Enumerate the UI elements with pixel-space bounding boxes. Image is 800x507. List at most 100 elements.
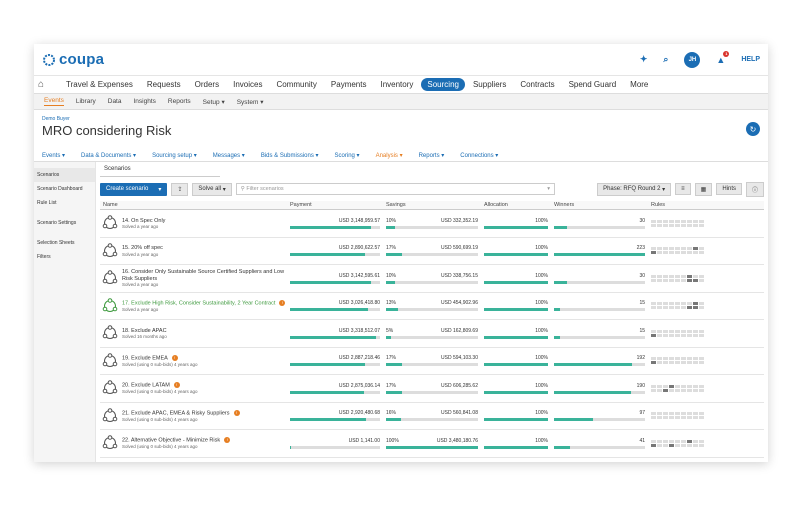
scenario-name[interactable]: 19. Exclude EMEA [122, 355, 168, 361]
rules-grid[interactable] [651, 329, 705, 337]
solve-all-button[interactable]: Solve all ▾ [192, 182, 232, 196]
tab-data-documents[interactable]: Data & Documents ▾ [81, 152, 136, 159]
hints-button[interactable]: Hints [716, 183, 742, 195]
scenario-name[interactable]: 16. Consider Only Sustainable Source Cer… [122, 269, 284, 282]
scenario-name[interactable]: 22. Alternative Objective - Minimize Ris… [122, 438, 220, 444]
warning-icon[interactable]: ! [171, 354, 178, 361]
sidebar-item-scenarios[interactable]: Scenarios [34, 168, 95, 182]
rules-grid[interactable] [651, 384, 705, 392]
nav-inventory[interactable]: Inventory [374, 78, 419, 91]
tab-sourcing-setup[interactable]: Sourcing setup ▾ [152, 152, 197, 159]
coupa-logo[interactable]: coupa [42, 51, 104, 68]
scenario-name[interactable]: 15. 20% off spec [122, 245, 163, 251]
table-row[interactable]: 21. Exclude APAC, EMEA & Risky Suppliers… [100, 403, 764, 430]
sidebar-item-scenario-settings[interactable]: Scenario Settings [34, 216, 95, 230]
table-row[interactable]: 14. On Spec Only Solved a year ago USD 3,1… [100, 210, 764, 238]
table-row[interactable]: 19. Exclude EMEA! Solved (using 0 sub-bid… [100, 348, 764, 375]
subnav-events[interactable]: Events [44, 97, 64, 106]
scenario-name[interactable]: 20. Exclude LATAM [122, 383, 170, 389]
tab-messages[interactable]: Messages ▾ [213, 152, 245, 159]
nav-community[interactable]: Community [270, 78, 322, 91]
rules-grid[interactable] [651, 219, 705, 227]
col-allocation[interactable]: Allocation [481, 202, 551, 208]
tab-scoring[interactable]: Scoring ▾ [335, 152, 360, 159]
filter-input[interactable]: ⚲ Filter scenarios ▾ [235, 183, 556, 195]
table-row[interactable]: 15. 20% off spec Solved a year ago USD 2,8… [100, 238, 764, 265]
sidebar-item-selection-sheets[interactable]: Selection Sheets [34, 236, 95, 250]
payment-value: USD 3,026,418.80 [338, 300, 380, 307]
tab-connections[interactable]: Connections ▾ [460, 152, 498, 159]
nav-more[interactable]: More [624, 78, 654, 91]
rule-cell [699, 247, 704, 251]
bell-icon[interactable]: ▲ 1 [716, 50, 730, 65]
rules-grid[interactable] [651, 302, 705, 310]
sidebar-item-filters[interactable]: Filters [34, 250, 95, 264]
scenarios-pane-tab[interactable]: Scenarios [100, 162, 220, 177]
nav-orders[interactable]: Orders [189, 78, 225, 91]
table-row[interactable]: 20. Exclude LATAM! Solved (using 0 sub-bi… [100, 375, 764, 403]
rules-grid[interactable] [651, 274, 705, 282]
nav-payments[interactable]: Payments [325, 78, 373, 91]
warning-icon[interactable]: ! [224, 437, 231, 444]
rule-cell [657, 247, 662, 251]
table-row[interactable]: 17. Exclude High Risk, Consider Sustaina… [100, 293, 764, 320]
warning-icon[interactable]: ! [233, 409, 240, 416]
tab-events[interactable]: Events ▾ [42, 152, 65, 159]
export-icon[interactable]: ⇪ [171, 182, 189, 196]
col-name[interactable]: Name [100, 202, 287, 208]
nav-invoices[interactable]: Invoices [227, 78, 268, 91]
col-payment[interactable]: Payment [287, 202, 383, 208]
warning-icon[interactable]: ! [279, 299, 286, 306]
warning-icon[interactable]: ! [173, 382, 180, 389]
scenario-name[interactable]: 14. On Spec Only [122, 218, 165, 224]
nav-requests[interactable]: Requests [141, 78, 187, 91]
col-winners[interactable]: Winners [551, 202, 648, 208]
table-row[interactable]: 23. Remove Medium to High Residual Risk!… [100, 458, 764, 463]
nav-spend-guard[interactable]: Spend Guard [563, 78, 623, 91]
subnav-library[interactable]: Library [76, 98, 96, 105]
scenario-name[interactable]: 21. Exclude APAC, EMEA & Risky Suppliers [122, 410, 230, 416]
tab-analysis[interactable]: Analysis ▾ [376, 152, 403, 159]
rule-cell [675, 388, 680, 392]
help-link[interactable]: HELP [741, 56, 760, 63]
phase-select[interactable]: Phase: RFQ Round 2 ▾ [597, 182, 672, 196]
rocket-icon[interactable]: ✦ [640, 54, 648, 65]
rules-grid[interactable] [651, 412, 705, 420]
sidebar-item-rule-list[interactable]: Rule List [34, 196, 95, 210]
list-view-icon[interactable]: ≡ [675, 183, 691, 195]
tab-bids-submissions[interactable]: Bids & Submissions ▾ [261, 152, 319, 159]
nav-contracts[interactable]: Contracts [514, 78, 560, 91]
subnav-data[interactable]: Data [108, 98, 122, 105]
create-scenario-button[interactable]: Create scenario ▾ [100, 182, 168, 196]
subnav-system[interactable]: System ▾ [237, 98, 264, 106]
breadcrumb[interactable]: Demo Buyer [42, 116, 760, 122]
subnav-insights[interactable]: Insights [133, 98, 155, 105]
nav-sourcing[interactable]: Sourcing [421, 78, 465, 91]
nav-suppliers[interactable]: Suppliers [467, 78, 512, 91]
payment-bar [290, 308, 380, 312]
table-row[interactable]: 22. Alternative Objective - Minimize Ris… [100, 430, 764, 458]
scenario-name[interactable]: 18. Exclude APAC [122, 328, 167, 334]
rules-grid[interactable] [651, 439, 705, 447]
sidebar-item-scenario-dashboard[interactable]: Scenario Dashboard [34, 182, 95, 196]
home-icon[interactable]: ⌂ [38, 79, 52, 90]
subnav-reports[interactable]: Reports [168, 98, 191, 105]
col-savings[interactable]: Savings [383, 202, 481, 208]
subnav-setup[interactable]: Setup ▾ [203, 98, 225, 106]
scenario-name[interactable]: 17. Exclude High Risk, Consider Sustaina… [122, 300, 275, 306]
search-icon[interactable]: ⌕ [663, 54, 668, 65]
refresh-icon[interactable]: ↻ [746, 122, 760, 136]
rule-cell [675, 439, 680, 443]
rules-grid[interactable] [651, 357, 705, 365]
nav-travel-expenses[interactable]: Travel & Expenses [60, 78, 139, 91]
table-row[interactable]: 16. Consider Only Sustainable Source Cer… [100, 265, 764, 293]
card-view-icon[interactable]: ▦ [694, 182, 713, 196]
savings-value: USD 332,352.19 [441, 217, 478, 224]
rules-grid[interactable] [651, 247, 705, 255]
scenario-icon [102, 407, 118, 422]
info-icon[interactable]: ⓘ [745, 181, 764, 197]
table-row[interactable]: 18. Exclude APAC Solved 16 months ago USD … [100, 320, 764, 348]
col-rules[interactable]: Rules [648, 202, 708, 208]
tab-reports[interactable]: Reports ▾ [419, 152, 445, 159]
avatar[interactable]: JH [684, 51, 701, 68]
